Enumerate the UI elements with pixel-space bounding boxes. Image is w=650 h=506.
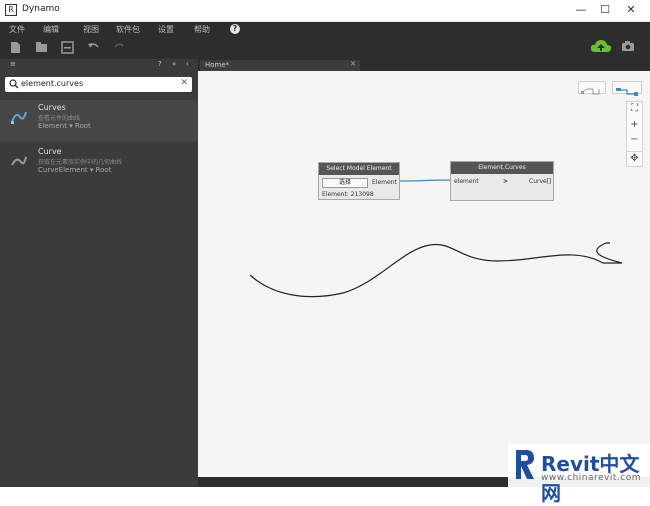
library-help-button[interactable]: ? — [158, 60, 162, 68]
search-result-curve[interactable]: Curve 获取在元素族实例中的几何曲线 CurveElement ▾ Root — [0, 144, 198, 186]
menu-bar: 文件 编辑 视图 软件包 设置 帮助 ? — [0, 22, 650, 36]
result-params: Element ▾ Root — [38, 122, 91, 130]
help-icon[interactable]: ? — [230, 24, 240, 34]
menu-packages[interactable]: 软件包 — [116, 24, 140, 35]
close-button[interactable]: ✕ — [622, 2, 640, 18]
tab-home[interactable]: Home* ✕ — [200, 60, 360, 71]
camera-icon[interactable] — [621, 40, 635, 52]
library-search-box[interactable]: element.curves ✕ — [5, 77, 192, 92]
tab-home-label: Home* — [205, 61, 230, 69]
search-clear-icon[interactable]: ✕ — [180, 78, 188, 88]
library-collapse-button[interactable]: « — [172, 60, 176, 68]
menu-view[interactable]: 视图 — [83, 24, 99, 35]
maximize-button[interactable]: ☐ — [596, 2, 614, 18]
window-title: Dynamo — [22, 4, 60, 14]
watermark: Revit中文网 www.chinarevit.com — [508, 444, 650, 505]
curve-node-icon — [11, 156, 27, 166]
menu-settings[interactable]: 设置 — [158, 24, 174, 35]
watermark-url: www.chinarevit.com — [541, 473, 641, 483]
result-title: Curve — [38, 147, 62, 156]
library-header: ≡ ? « ‹ — [0, 59, 198, 71]
library-menu-icon[interactable]: ≡ — [10, 60, 16, 68]
toolbar — [0, 36, 650, 59]
cloud-upload-icon[interactable] — [590, 38, 612, 54]
new-file-icon[interactable] — [9, 41, 22, 54]
tab-close-icon[interactable]: ✕ — [350, 60, 356, 68]
revit-logo-icon — [516, 450, 534, 479]
title-bar: R Dynamo — ☐ ✕ — [0, 0, 650, 22]
search-input[interactable]: element.curves — [21, 79, 83, 88]
menu-help[interactable]: 帮助 — [194, 24, 210, 35]
result-description: 获取在元素族实例中的几何曲线 — [38, 159, 123, 166]
menu-edit[interactable]: 编辑 — [43, 24, 59, 35]
dynamo-window: R Dynamo — ☐ ✕ 文件 编辑 视图 软件包 设置 帮助 ? ≡ ? … — [0, 0, 650, 505]
open-folder-icon[interactable] — [35, 41, 48, 54]
result-params: CurveElement ▾ Root — [38, 166, 112, 174]
result-title: Curves — [38, 103, 66, 112]
curve-geometry-preview — [249, 242, 623, 298]
library-back-button[interactable]: ‹ — [186, 60, 189, 68]
result-description: 查看元件的曲线 — [38, 115, 81, 122]
search-icon — [9, 79, 19, 89]
undo-icon[interactable] — [87, 41, 100, 54]
menu-file[interactable]: 文件 — [9, 24, 25, 35]
curves-node-icon — [11, 111, 27, 124]
save-icon[interactable] — [61, 41, 74, 54]
search-result-curves[interactable]: Curves 查看元件的曲线 Element ▾ Root — [0, 100, 198, 142]
dynamo-app-icon: R — [5, 4, 17, 16]
redo-icon[interactable] — [113, 41, 126, 54]
graph-canvas[interactable]: ⛶ + − ✥ Select Model Element 选择 Element … — [198, 71, 650, 477]
library-panel: element.curves ✕ Curves 查看元件的曲线 Element … — [0, 71, 198, 487]
minimize-button[interactable]: — — [572, 2, 590, 18]
